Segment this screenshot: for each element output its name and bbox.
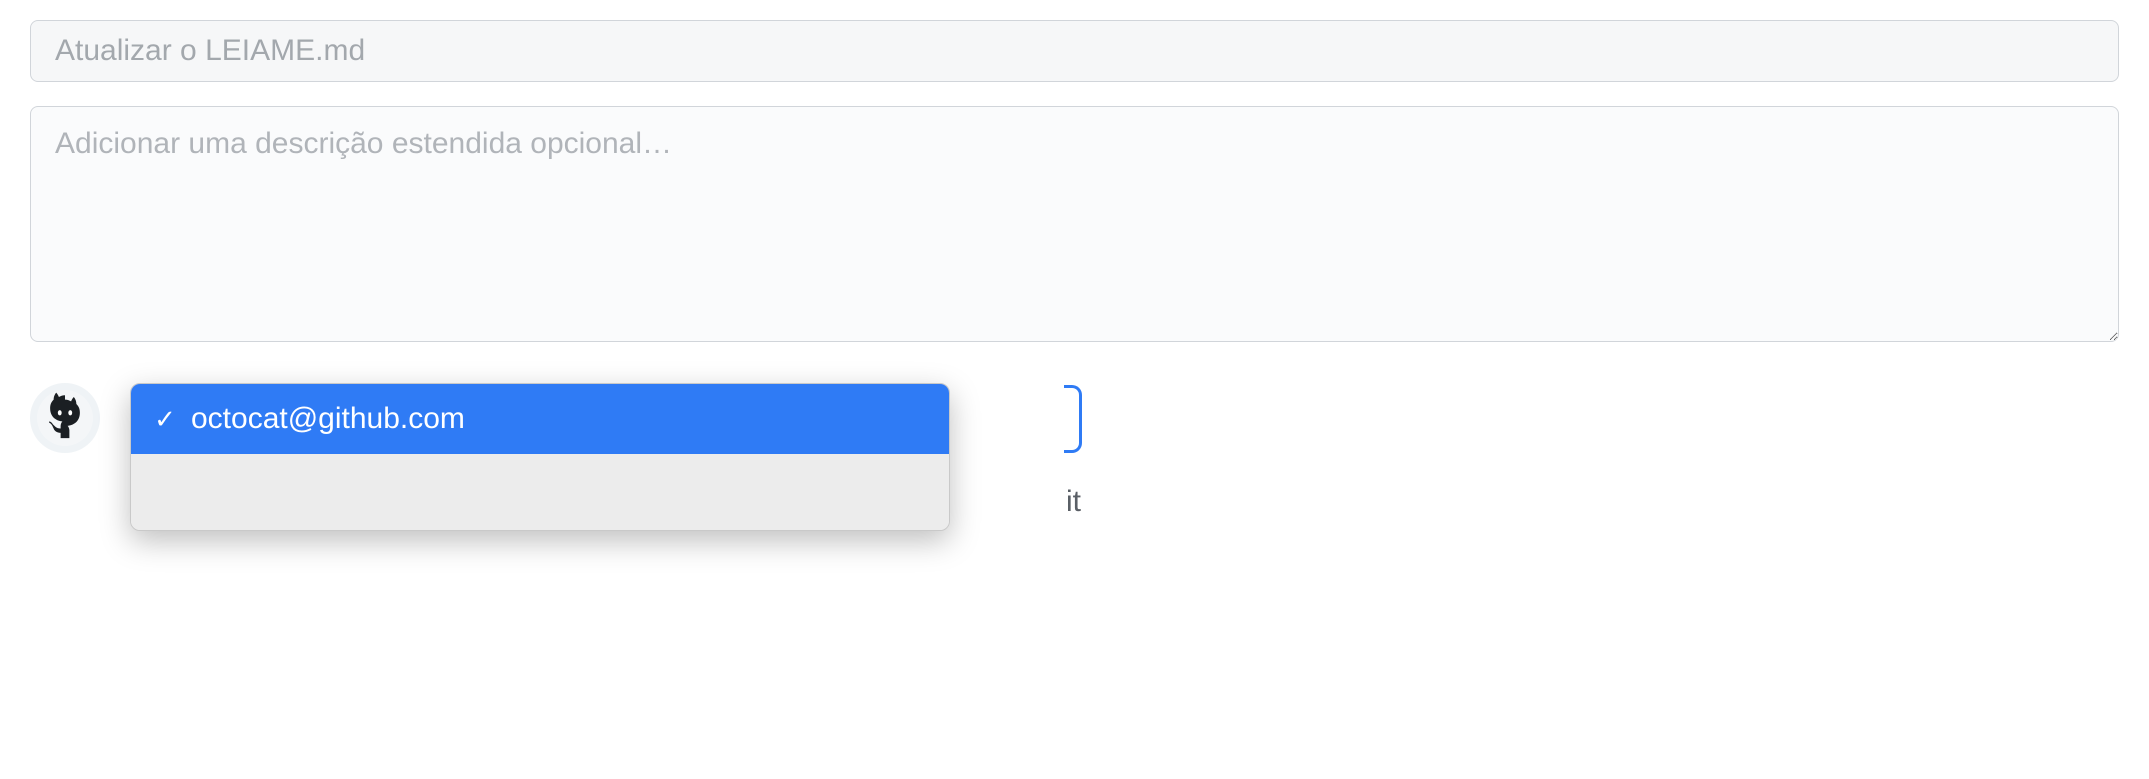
commit-author-row: ✓ octocat@github.com it bbox=[30, 383, 2119, 531]
author-email-dropdown[interactable]: ✓ octocat@github.com it bbox=[130, 383, 950, 531]
select-border-fragment bbox=[1064, 385, 1082, 453]
obscured-text: it bbox=[1066, 485, 1081, 519]
commit-summary-input[interactable] bbox=[30, 20, 2119, 82]
commit-description-textarea[interactable] bbox=[30, 106, 2119, 342]
dropdown-panel: ✓ octocat@github.com bbox=[130, 383, 950, 531]
dropdown-empty-area bbox=[131, 454, 949, 530]
dropdown-option-0[interactable]: ✓ octocat@github.com bbox=[131, 384, 949, 454]
octocat-icon bbox=[37, 390, 93, 446]
avatar bbox=[30, 383, 100, 453]
dropdown-option-label: octocat@github.com bbox=[191, 402, 465, 436]
check-icon: ✓ bbox=[151, 404, 179, 435]
